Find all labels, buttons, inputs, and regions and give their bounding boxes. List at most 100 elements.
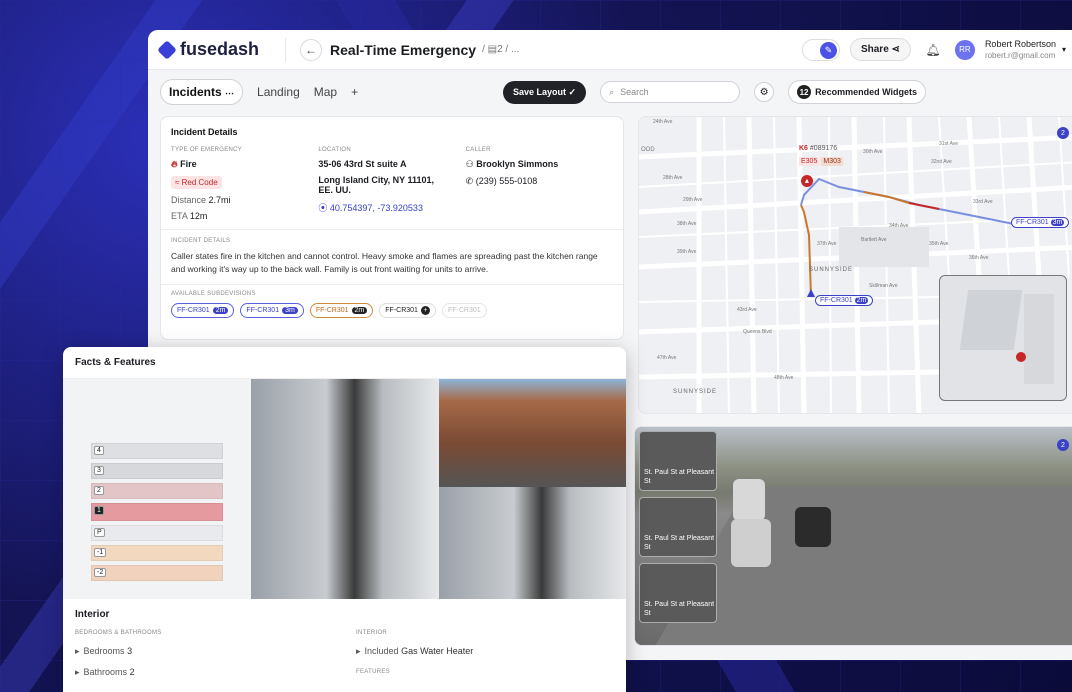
- camera-badge[interactable]: 2: [1057, 439, 1069, 451]
- logo[interactable]: fusedash: [157, 39, 259, 60]
- included-row[interactable]: ▸ Included Gas Water Heater: [356, 646, 473, 657]
- pin-icon: ⦿: [318, 203, 328, 213]
- floor-level-active[interactable]: 1: [91, 503, 223, 521]
- user-menu[interactable]: Robert Robertson robert.r@gmail.com: [985, 38, 1056, 62]
- tab-incidents[interactable]: Incidents ⋯: [160, 79, 244, 105]
- share-button[interactable]: Share ⋖: [849, 38, 911, 61]
- map-label: 36th Ave: [969, 255, 989, 261]
- caller-name-text: Brooklyn Simmons: [476, 159, 559, 169]
- unit-chip[interactable]: FF-CR301 2m: [171, 303, 235, 318]
- more-icon[interactable]: ⋯: [225, 88, 234, 98]
- map-label: ood: [641, 147, 655, 153]
- tab-label: Incidents: [169, 85, 222, 99]
- save-layout-button[interactable]: Save Layout ✓: [502, 80, 587, 104]
- fire-marker-icon[interactable]: ▲: [801, 175, 813, 187]
- floor-level[interactable]: 4: [91, 443, 223, 459]
- floor-label: 3: [94, 466, 104, 475]
- engine-markers[interactable]: E305 M303: [799, 157, 843, 166]
- unit-chip[interactable]: FF-CR301 2m: [309, 303, 374, 318]
- bathrooms-value: 2: [129, 667, 135, 677]
- floor-label: 2: [94, 486, 104, 495]
- unit-label-a[interactable]: FF-CR301 2m: [815, 295, 874, 306]
- back-button[interactable]: ←: [300, 38, 323, 61]
- logo-icon: [157, 39, 177, 60]
- coordinates-link[interactable]: ⦿ 40.754397, -73.920533: [318, 201, 465, 214]
- user-email: robert.r@gmail.com: [984, 50, 1056, 60]
- included-value: Gas Water Heater: [401, 646, 474, 656]
- map-label: Skillman Ave: [869, 283, 898, 289]
- floor-level[interactable]: -1: [91, 545, 223, 561]
- interior-label: INTERIOR: [356, 630, 388, 636]
- map-label: 30th Ave: [863, 149, 883, 155]
- unit-chip-disabled[interactable]: FF-CR301: [441, 303, 487, 318]
- gear-icon[interactable]: ⚙: [754, 82, 775, 102]
- code-text: Red Code: [181, 178, 218, 187]
- building-photo[interactable]: [251, 379, 439, 487]
- map-label: SUNNYSIDE: [673, 389, 718, 395]
- camera-tile[interactable]: St. Paul St at Pleasant St: [639, 563, 717, 623]
- user-name: Robert Robertson: [984, 38, 1056, 49]
- rec-label: Recommended Widgets: [815, 87, 917, 97]
- floor-level[interactable]: 3: [91, 463, 223, 479]
- caller-phone[interactable]: ✆ (239) 555-0108: [466, 176, 613, 187]
- bed-bath-label: BEDROOMS & BATHROOMS: [75, 630, 162, 636]
- building-photo[interactable]: [251, 487, 439, 599]
- map-label: Queens Blvd: [743, 329, 772, 335]
- map-label: Bartlett Ave: [861, 237, 887, 243]
- car-shape: [733, 479, 765, 521]
- floor-level[interactable]: 2: [91, 483, 223, 499]
- caller-name: ⚇ Brooklyn Simmons: [466, 159, 613, 170]
- unit-chip[interactable]: FF-CR301 3m: [240, 303, 304, 318]
- bell-icon[interactable]: 🔔︎: [921, 38, 945, 62]
- floor-stack[interactable]: 4 3 2 1 P -1 -2: [63, 379, 251, 599]
- unit-a-id: FF-CR301: [820, 297, 853, 304]
- unit-chip[interactable]: FF-CR301 +: [379, 303, 436, 318]
- tab-map[interactable]: Map: [314, 85, 337, 99]
- distance-label: Distance: [171, 195, 207, 205]
- facts-title: Facts & Features: [63, 347, 626, 379]
- breadcrumb-count: 2: [497, 44, 503, 55]
- map-badge[interactable]: 2: [1057, 127, 1069, 139]
- mode-toggle[interactable]: ✎: [801, 38, 840, 61]
- chevron-down-icon[interactable]: ▾: [1062, 45, 1066, 54]
- k6-marker[interactable]: K6 #089176: [799, 145, 837, 152]
- floor-label: 1: [94, 506, 104, 515]
- plus-icon: +: [420, 306, 430, 315]
- interior-section: Interior BEDROOMS & BATHROOMS ▸ Bedrooms …: [75, 609, 614, 678]
- avatar[interactable]: RR: [954, 39, 975, 60]
- floor-label: -2: [94, 568, 107, 577]
- breadcrumb[interactable]: / ▤2 / ...: [482, 44, 519, 55]
- photo-gallery: [251, 379, 626, 599]
- map-inset[interactable]: [939, 275, 1067, 401]
- floor-level[interactable]: -2: [91, 565, 223, 581]
- unit-a-time: 2m: [854, 297, 869, 304]
- facts-features-panel: Facts & Features 4 3 2 1 P -1 -2 Interio…: [63, 347, 626, 692]
- street-photo[interactable]: [438, 379, 626, 487]
- page-title: Real-Time Emergency: [330, 41, 477, 58]
- camera-tile[interactable]: St. Paul St at Pleasant St: [639, 497, 717, 557]
- layers-icon: ▤: [487, 44, 498, 55]
- map-widget[interactable]: FF-CR301 2m FF-CR301 3m K6 #089176 E305 M…: [638, 116, 1072, 414]
- unit-label-b[interactable]: FF-CR301 3m: [1011, 217, 1070, 228]
- eta: ETA 12m: [171, 211, 318, 221]
- arrow-left-icon: ←: [305, 42, 318, 57]
- map-label: 38th Ave: [677, 221, 697, 227]
- unit-id: FF-CR301: [315, 307, 349, 314]
- camera-widget[interactable]: St. Paul St at Pleasant St St. Paul St a…: [634, 426, 1072, 646]
- search-input[interactable]: ⌕ Search: [600, 81, 741, 103]
- add-tab-button[interactable]: +: [351, 85, 358, 99]
- camera-tile[interactable]: St. Paul St at Pleasant St: [639, 431, 717, 491]
- type-label: TYPE OF EMERGENCY: [171, 147, 243, 153]
- floor-level[interactable]: P: [91, 525, 223, 541]
- floor-label: 4: [94, 446, 104, 455]
- caller-label: CALLER: [465, 147, 491, 153]
- bedrooms-row[interactable]: ▸ Bedrooms 3: [75, 646, 356, 657]
- tab-landing[interactable]: Landing: [257, 85, 300, 99]
- bathrooms-row[interactable]: ▸ Bathrooms 2: [75, 667, 356, 678]
- building-photo[interactable]: [438, 487, 626, 599]
- breadcrumb-more[interactable]: ...: [511, 44, 519, 55]
- building-shape: [1024, 294, 1054, 384]
- unit-b-id: FF-CR301: [1016, 219, 1049, 226]
- recommended-widgets-button[interactable]: 12 Recommended Widgets: [788, 80, 926, 104]
- distance-value: 2.7mi: [208, 195, 231, 205]
